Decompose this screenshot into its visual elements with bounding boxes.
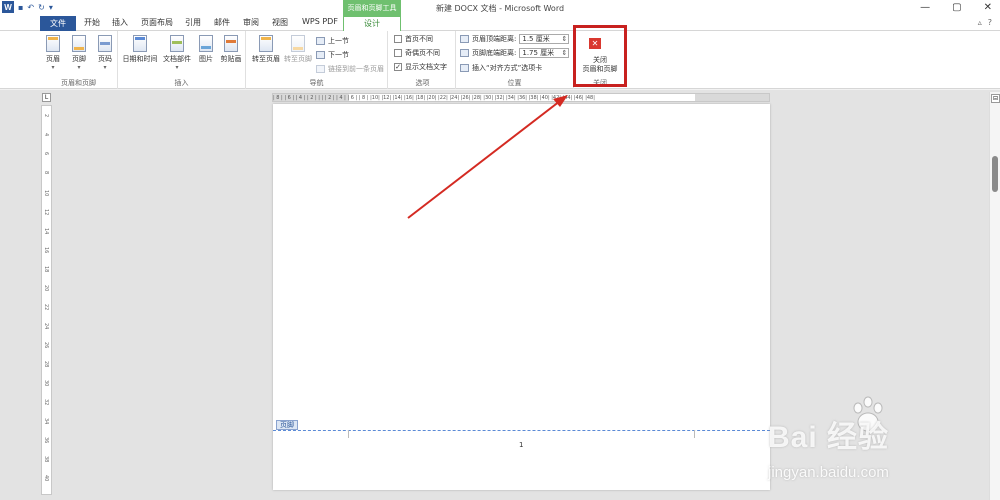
watermark-brand: Bai 经验 <box>768 421 890 454</box>
arrow-shaft <box>407 100 561 219</box>
watermark-url: jingyan.baidu.com <box>768 464 889 481</box>
baidu-watermark: Bai 经验 jingyan.baidu.com <box>768 392 1000 500</box>
